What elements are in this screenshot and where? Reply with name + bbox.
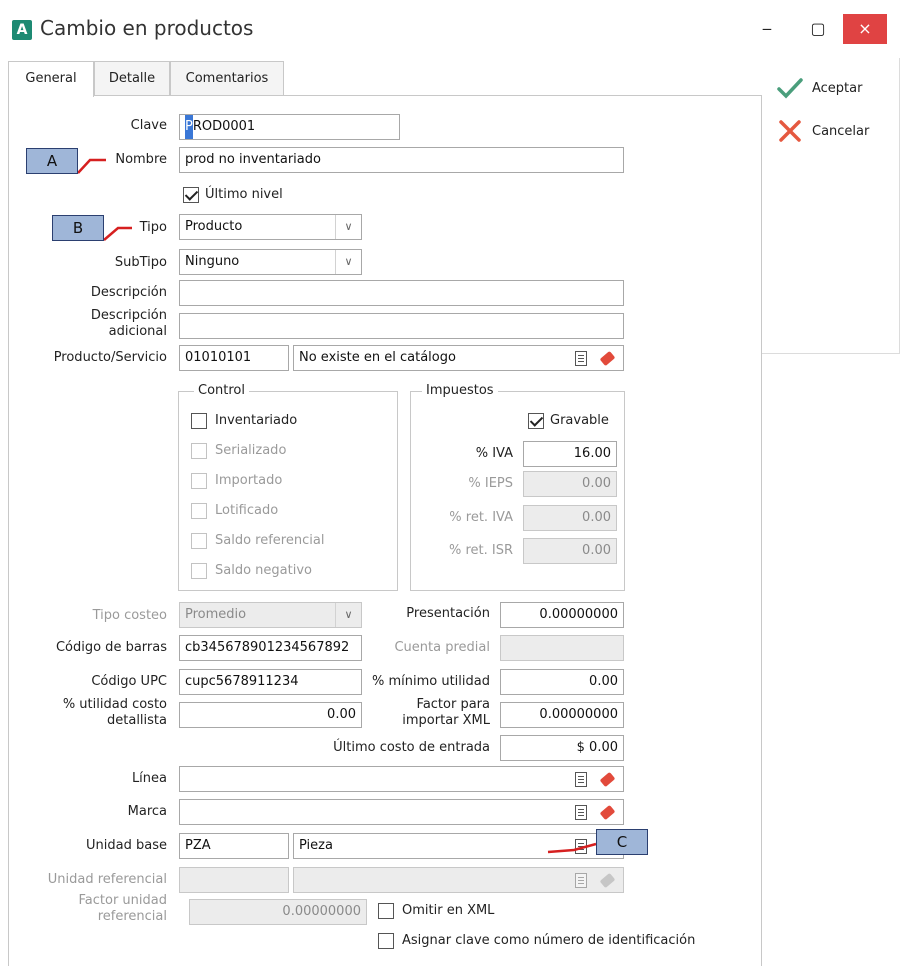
callout-b-line [103,226,132,241]
callout-a-line [77,158,106,174]
product-edit-window: A Cambio en productos ‒ ▢ × General Deta… [0,0,900,966]
callout-b: B [52,215,104,241]
callout-a: A [26,148,78,174]
callout-c: C [596,829,648,855]
callout-lines [77,158,597,854]
tab-general[interactable]: General [8,61,94,97]
callout-c-line [547,842,597,854]
